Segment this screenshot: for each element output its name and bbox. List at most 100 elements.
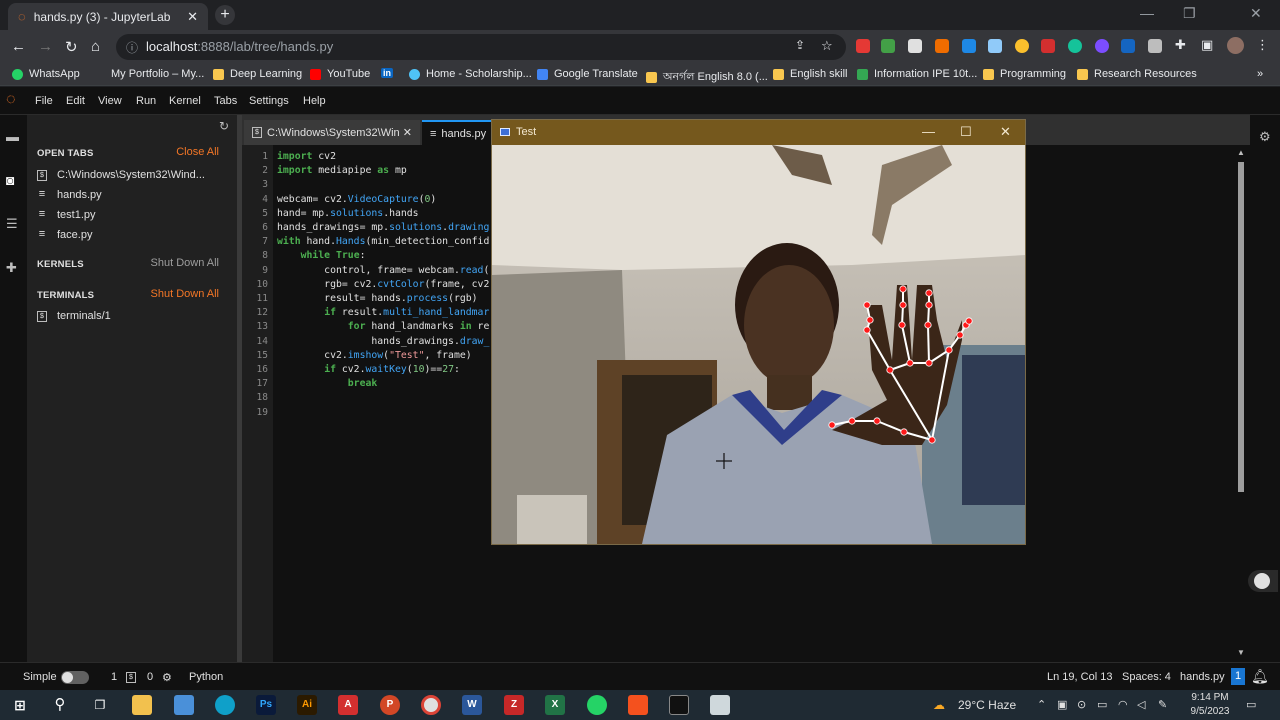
extension-icon[interactable] (1121, 39, 1135, 53)
scrollbar-thumb[interactable] (1238, 162, 1244, 492)
scroll-down-icon[interactable]: ▼ (1237, 648, 1245, 657)
address-bar[interactable]: ⓘ localhost:8888/lab/tree/hands.py (116, 34, 846, 60)
volume-icon[interactable]: ◁ (1137, 698, 1145, 711)
grammarly-icon[interactable] (1068, 39, 1082, 53)
task-view-icon[interactable]: ❐ (90, 695, 110, 715)
bookmark-information[interactable]: Information IPE 10t... (857, 68, 977, 80)
code-line[interactable]: if result.multi_hand_landmar (277, 307, 489, 318)
code-line[interactable]: if cv2.waitKey(10)==27: (277, 364, 460, 375)
scroll-up-icon[interactable]: ▲ (1237, 148, 1245, 157)
app-icon[interactable] (174, 695, 194, 715)
extension-icon[interactable] (962, 39, 976, 53)
search-icon[interactable]: ⚲ (50, 695, 70, 715)
illustrator-icon[interactable]: Ai (297, 695, 317, 715)
simple-mode-toggle[interactable] (61, 671, 89, 684)
running-sessions-icon[interactable]: ◙ (6, 172, 21, 188)
close-window-icon[interactable]: ✕ (1250, 5, 1262, 22)
menu-edit[interactable]: Edit (66, 95, 85, 107)
minimize-icon[interactable]: — (1140, 5, 1154, 21)
open-tab-item[interactable]: $ C:\Windows\System32\Wind... (37, 169, 205, 181)
editor-scrollbar[interactable]: ▲ ▼ (1236, 148, 1246, 660)
file-browser-icon[interactable]: ▬ (6, 129, 21, 144)
menu-kernel[interactable]: Kernel (169, 95, 201, 107)
extension-icon[interactable] (1041, 39, 1055, 53)
powerpoint-icon[interactable]: P (380, 695, 400, 715)
whatsapp-icon[interactable] (587, 695, 607, 715)
bookmark-research[interactable]: Research Resources (1077, 68, 1197, 80)
menu-settings[interactable]: Settings (249, 95, 289, 107)
extension-icon[interactable] (908, 39, 922, 53)
code-line[interactable]: result= hands.process(rgb) (277, 293, 477, 304)
forward-arrow-icon[interactable]: → (38, 38, 53, 55)
floating-assistant-button[interactable] (1248, 570, 1278, 592)
opencv-window-titlebar[interactable]: Test — ☐ ✕ (492, 120, 1025, 145)
profile-avatar[interactable] (1227, 37, 1244, 54)
app-icon[interactable]: Z (504, 695, 524, 715)
code-line[interactable]: control, frame= webcam.read( (277, 265, 489, 276)
notification-count[interactable]: 1 (1231, 668, 1245, 685)
extension-icon[interactable] (1095, 39, 1109, 53)
photoshop-icon[interactable]: Ps (256, 695, 276, 715)
language-icon[interactable]: ✎ (1158, 698, 1167, 711)
open-tab-item[interactable]: ≡ test1.py (37, 208, 96, 221)
bookmark-programming[interactable]: Programming (983, 68, 1066, 80)
close-icon[interactable]: ✕ (1000, 124, 1011, 140)
extension-icon[interactable] (935, 39, 949, 53)
system-clock[interactable]: 9:14 PM 9/5/2023 (1184, 691, 1236, 719)
opencv-window[interactable]: Test — ☐ ✕ (491, 119, 1026, 545)
extension-manager-icon[interactable]: ✚ (6, 260, 21, 275)
bookmark-deep-learning[interactable]: Deep Learning (213, 68, 302, 80)
side-panel-icon[interactable]: ▣ (1201, 37, 1213, 53)
code-line[interactable]: cv2.imshow("Test", frame) (277, 350, 471, 361)
notification-center-icon[interactable]: ▭ (1246, 698, 1256, 711)
site-info-icon[interactable]: ⓘ (126, 39, 138, 56)
language-mode[interactable]: Python (189, 671, 223, 683)
battery-icon[interactable]: ▭ (1097, 698, 1107, 711)
code-line[interactable]: webcam= cv2.VideoCapture(0) (277, 194, 436, 205)
bookmark-youtube[interactable]: YouTube (310, 68, 370, 80)
app-icon[interactable] (628, 695, 648, 715)
editor-tab-terminal[interactable]: $ C:\Windows\System32\Wind ✕ (244, 120, 420, 145)
code-line[interactable]: import mediapipe as mp (277, 165, 407, 176)
terminal-item[interactable]: $ terminals/1 (37, 310, 111, 322)
refresh-icon[interactable]: ↻ (219, 119, 229, 133)
indentation-setting[interactable]: Spaces: 4 (1122, 671, 1171, 683)
close-tab-icon[interactable]: ✕ (187, 9, 198, 25)
open-tab-item[interactable]: ≡ hands.py (37, 188, 102, 201)
command-palette-icon[interactable]: ☰ (6, 216, 21, 231)
opencv-window-taskbar-icon[interactable] (710, 695, 730, 715)
minimize-icon[interactable]: — (922, 124, 935, 139)
reload-icon[interactable]: ↻ (65, 38, 78, 56)
kernel-count[interactable]: 0 (147, 671, 153, 683)
tray-icon[interactable]: ▣ (1057, 698, 1067, 711)
bookmark-whatsapp[interactable]: WhatsApp (12, 68, 80, 80)
extension-icon[interactable] (988, 39, 1002, 53)
terminal-count[interactable]: 1 (111, 671, 117, 683)
property-inspector-gears-icon[interactable]: ⚙ (1259, 129, 1271, 145)
extension-icon[interactable] (1015, 39, 1029, 53)
weather-text[interactable]: 29°C Haze (958, 698, 1016, 712)
windows-start-icon[interactable]: ⊞ (10, 695, 30, 715)
menu-run[interactable]: Run (136, 95, 156, 107)
back-arrow-icon[interactable]: ← (11, 38, 26, 55)
menu-help[interactable]: Help (303, 95, 326, 107)
bookmark-linkedin[interactable]: in (381, 68, 393, 78)
bell-icon[interactable]: 🔔︎ (1251, 668, 1269, 685)
menu-tabs[interactable]: Tabs (214, 95, 237, 107)
bookmark-star-icon[interactable]: ☆ (821, 38, 833, 54)
excel-icon[interactable]: X (545, 695, 565, 715)
cursor-position[interactable]: Ln 19, Col 13 (1047, 671, 1112, 683)
open-tab-item[interactable]: ≡ face.py (37, 228, 93, 241)
acrobat-icon[interactable]: A (338, 695, 358, 715)
maximize-icon[interactable]: ☐ (960, 124, 972, 140)
restore-down-icon[interactable]: ❐ (1183, 5, 1196, 22)
file-explorer-icon[interactable] (132, 695, 152, 715)
code-line[interactable]: hand= mp.solutions.hands (277, 208, 419, 219)
code-line[interactable]: rgb= cv2.cvtColor(frame, cv2 (277, 279, 489, 290)
shut-down-all-kernels-button[interactable]: Shut Down All (151, 257, 219, 269)
code-line[interactable]: hands_drawings.draw_ (277, 336, 489, 347)
chrome-menu-icon[interactable]: ⋮ (1256, 37, 1269, 53)
code-line[interactable]: for hand_landmarks in re (277, 321, 490, 332)
bookmark-portfolio[interactable]: My Portfolio – My... (111, 68, 204, 80)
menu-view[interactable]: View (98, 95, 122, 107)
